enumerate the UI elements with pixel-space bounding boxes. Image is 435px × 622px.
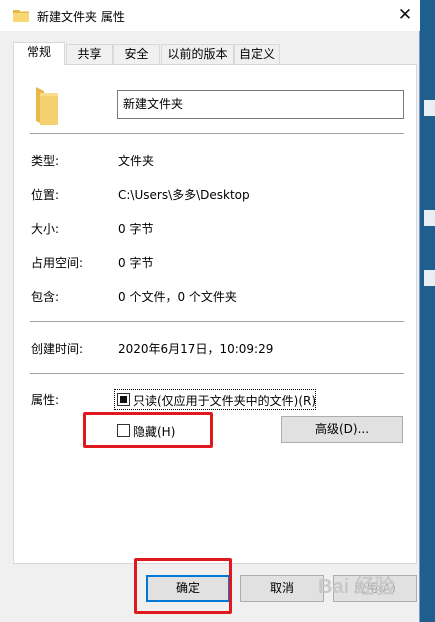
readonly-checkbox-label[interactable]: 只读(仅应用于文件夹中的文件)(R) [133, 392, 316, 409]
location-label: 位置: [31, 188, 60, 202]
size-label: 大小: [31, 222, 60, 236]
type-label: 类型: [31, 154, 60, 168]
created-value: 2020年6月17日，10:09:29 [118, 342, 274, 356]
watermark-logo: Bai 经验 [318, 576, 395, 598]
contains-value: 0 个文件，0 个文件夹 [118, 290, 237, 304]
separator [30, 373, 404, 374]
close-button[interactable]: ✕ [396, 6, 414, 24]
title-bar[interactable]: 新建文件夹 属性 ✕ [0, 0, 420, 31]
size-value: 0 字节 [118, 222, 154, 236]
tab-customize[interactable]: 自定义 [234, 44, 280, 64]
separator [30, 133, 404, 134]
type-value: 文件夹 [118, 154, 155, 168]
tab-sharing[interactable]: 共享 [66, 44, 113, 64]
disk-size-value: 0 字节 [118, 256, 154, 270]
advanced-button[interactable]: 高级(D)... [281, 416, 403, 443]
folder-name-input[interactable]: 新建文件夹 [117, 90, 404, 119]
location-value: C:\Users\多多\Desktop [118, 188, 250, 202]
folder-large-icon [36, 87, 58, 125]
desktop-icon-fragment [424, 100, 435, 116]
tab-security[interactable]: 安全 [113, 44, 160, 64]
desktop-background [420, 0, 435, 622]
properties-dialog: 新建文件夹 属性 ✕ 常规 共享 安全 以前的版本 自定义 新建文件夹 类型: … [0, 0, 420, 622]
contains-label: 包含: [31, 290, 60, 304]
cancel-button[interactable]: 取消 [240, 575, 324, 602]
readonly-checkbox[interactable] [117, 393, 130, 406]
created-label: 创建时间: [31, 342, 84, 356]
annotation-highlight-hidden [83, 412, 213, 448]
tab-previous-versions[interactable]: 以前的版本 [161, 44, 234, 64]
tab-general[interactable]: 常规 [13, 42, 65, 65]
window-title: 新建文件夹 属性 [37, 10, 125, 24]
separator [30, 321, 404, 322]
folder-icon [13, 10, 29, 22]
attributes-label: 属性: [31, 393, 60, 407]
desktop-icon-fragment [424, 270, 435, 286]
tab-panel-general [13, 64, 417, 564]
annotation-highlight-ok [134, 558, 232, 614]
checkbox-indeterminate-mark [120, 396, 127, 403]
desktop-icon-fragment [424, 210, 435, 226]
disk-size-label: 占用空间: [31, 256, 84, 270]
